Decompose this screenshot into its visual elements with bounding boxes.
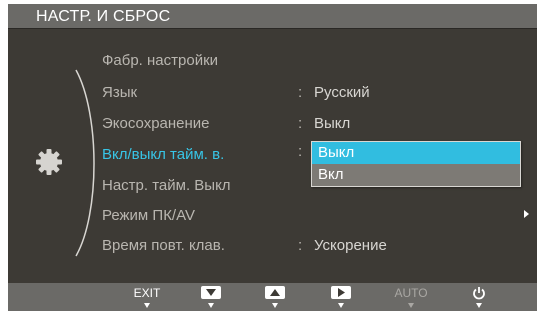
timer-dropdown[interactable]: Выкл Вкл [311, 141, 521, 187]
arc-divider [75, 69, 95, 257]
menu-item-off-timer-onoff[interactable]: Вкл/выкл тайм. в. [102, 146, 224, 163]
exit-button[interactable]: EXIT [132, 283, 162, 311]
right-arrow-icon [331, 286, 351, 299]
exit-label: EXIT [133, 286, 161, 300]
dropdown-option-off[interactable]: Выкл [312, 142, 520, 164]
button-pointer [144, 303, 150, 308]
enter-button[interactable] [329, 283, 353, 311]
down-button[interactable] [199, 283, 223, 311]
gear-icon [36, 149, 62, 175]
osd-panel: НАСТР. И СБРОС Фабр. настройки Язык : Ру… [8, 4, 537, 311]
auto-label: AUTO [394, 286, 428, 300]
power-button[interactable] [467, 283, 491, 311]
colon-separator: : [298, 237, 303, 254]
menu-item-pc-av-mode[interactable]: Режим ПК/AV [102, 207, 195, 224]
button-pointer [338, 303, 344, 308]
colon-separator: : [298, 115, 303, 132]
menu-item-key-repeat-time[interactable]: Время повт. клав. [102, 237, 225, 254]
auto-button[interactable]: AUTO [394, 283, 428, 311]
language-value: Русский [314, 84, 370, 101]
button-pointer [408, 303, 414, 308]
menu-item-language[interactable]: Язык [102, 84, 137, 101]
menu-item-eco-saving[interactable]: Экосохранение [102, 115, 210, 132]
menu-item-off-timer-setting[interactable]: Настр. тайм. Выкл [102, 177, 231, 194]
button-pointer [476, 303, 482, 308]
button-guide-bar: EXIT AUTO [8, 283, 537, 311]
key-repeat-time-value: Ускорение [314, 237, 387, 254]
down-arrow-icon [201, 286, 221, 299]
up-button[interactable] [263, 283, 287, 311]
button-pointer [272, 303, 278, 308]
submenu-arrow-icon [524, 210, 529, 218]
colon-separator: : [298, 84, 303, 101]
dropdown-option-on[interactable]: Вкл [312, 164, 520, 186]
button-pointer [208, 303, 214, 308]
eco-saving-value: Выкл [314, 115, 351, 132]
power-icon [473, 287, 485, 300]
up-arrow-icon [265, 286, 285, 299]
colon-separator: : [298, 143, 303, 160]
menu-item-factory-reset[interactable]: Фабр. настройки [102, 52, 218, 69]
